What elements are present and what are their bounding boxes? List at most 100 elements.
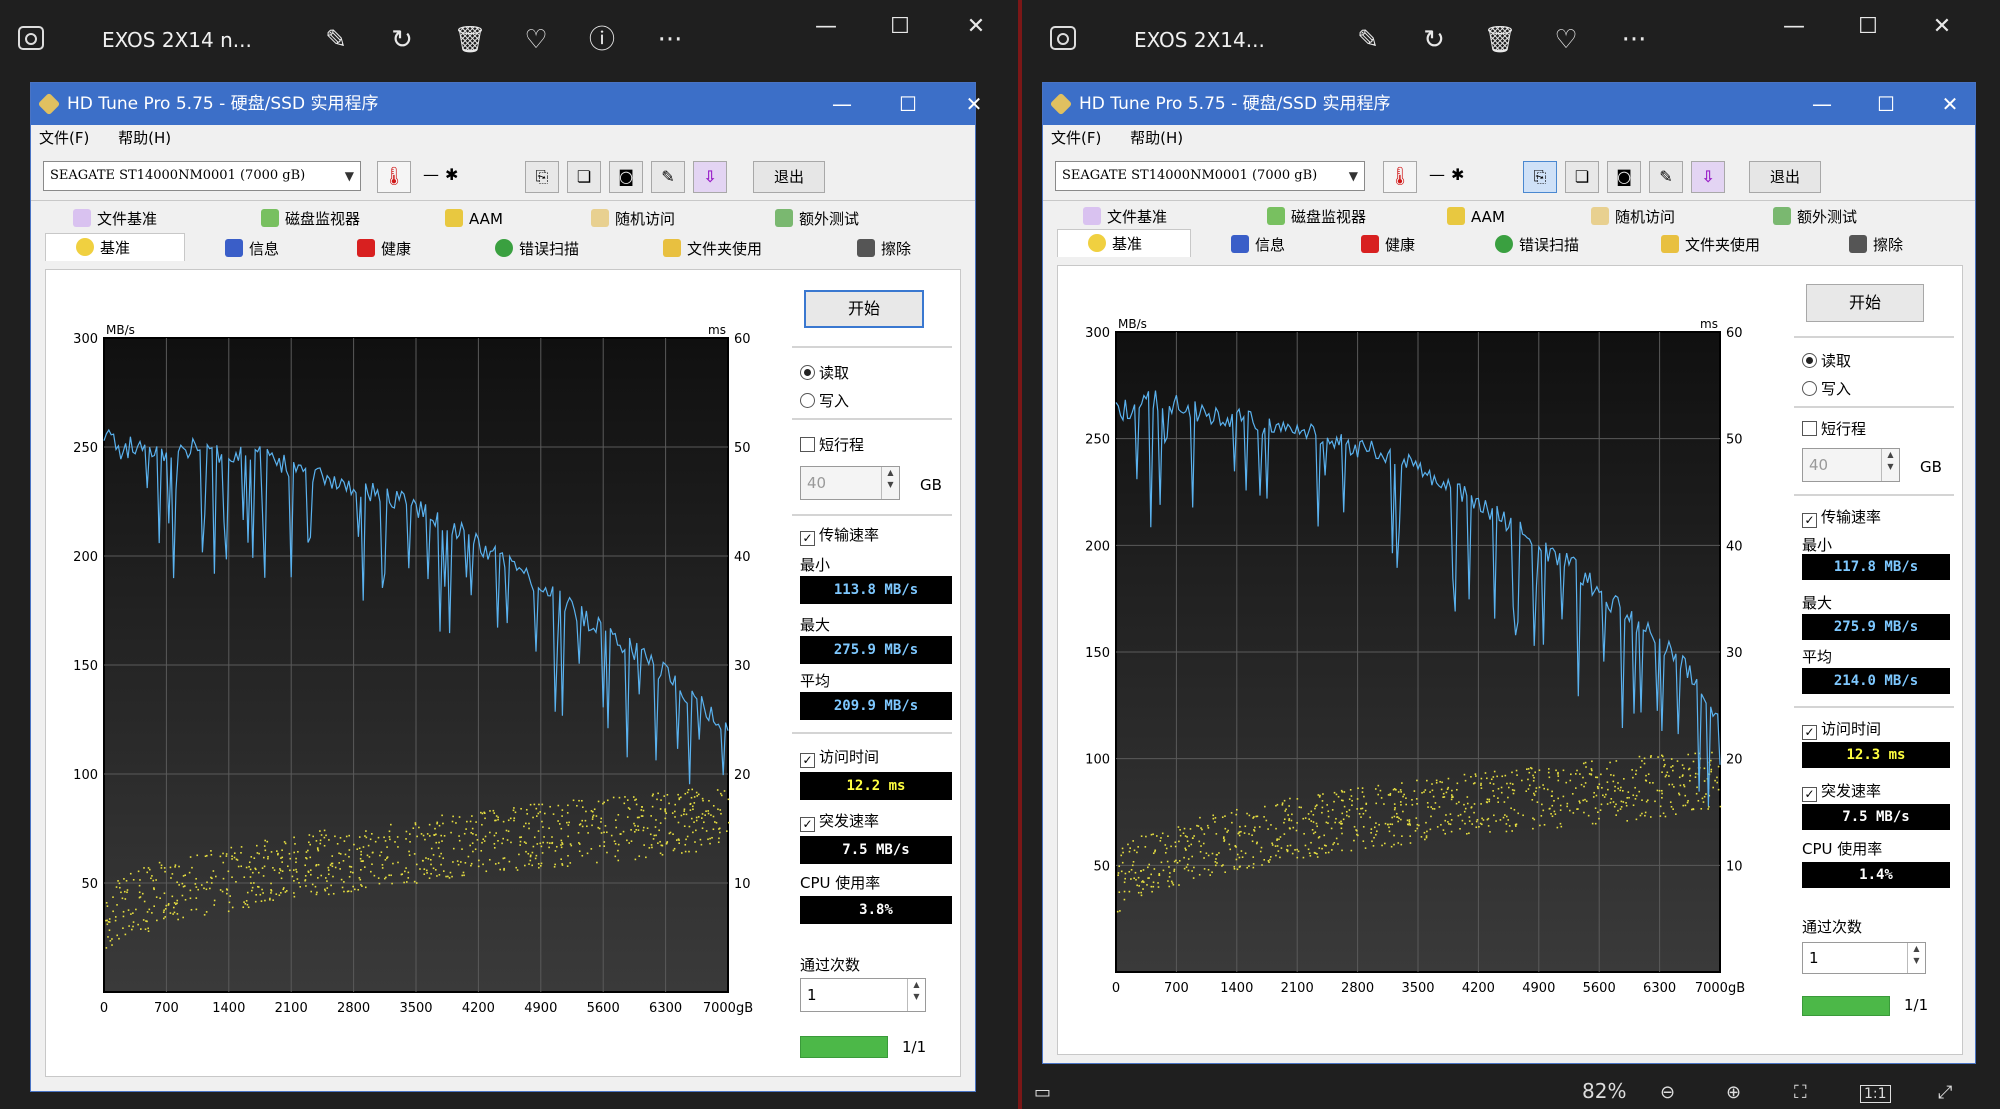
tab-extra-tests[interactable]: 额外测试: [775, 205, 859, 233]
tab-erase[interactable]: 擦除: [857, 235, 911, 263]
drive-select[interactable]: SEAGATE ST14000NM0001 (7000 gB) ▼: [1055, 161, 1365, 191]
more-icon[interactable]: ···: [1616, 22, 1652, 58]
drive-select[interactable]: SEAGATE ST14000NM0001 (7000 gB) ▼: [43, 161, 361, 191]
rotate-icon[interactable]: ↻: [384, 22, 420, 58]
tab-aam[interactable]: AAM: [445, 205, 503, 233]
hd-close-icon[interactable]: ✕: [1925, 83, 1975, 125]
screenshot-icon[interactable]: ◙: [609, 161, 643, 193]
scatter-point: [236, 859, 239, 861]
scatter-point: [567, 804, 569, 807]
tab-aam[interactable]: AAM: [1447, 203, 1505, 231]
fit-to-window-icon[interactable]: ⛶: [1794, 1082, 1807, 1103]
zoom-out-icon[interactable]: ⊖: [1660, 1082, 1675, 1103]
tab-file-benchmark[interactable]: 文件基准: [73, 205, 157, 233]
menu-help[interactable]: 帮助(H): [1130, 129, 1183, 147]
scatter-point: [108, 929, 111, 932]
tab-info[interactable]: 信息: [1231, 231, 1285, 259]
tab-benchmark[interactable]: 基准: [1057, 229, 1191, 257]
tab-disk-monitor[interactable]: 磁盘监视器: [261, 205, 360, 233]
scatter-point: [443, 835, 446, 837]
save-icon[interactable]: ⇩: [1691, 161, 1725, 193]
favorite-icon[interactable]: ♡: [1548, 22, 1584, 58]
read-radio[interactable]: 读取: [800, 362, 849, 383]
exit-button[interactable]: 退出: [1749, 161, 1821, 193]
menu-file[interactable]: 文件(F): [1051, 129, 1101, 147]
exit-button[interactable]: 退出: [753, 161, 825, 193]
transfer-rate-checkbox[interactable]: ✓ 传输速率: [1802, 506, 1881, 528]
write-radio[interactable]: 写入: [1802, 378, 1851, 399]
scatter-point: [231, 855, 233, 857]
favorite-icon[interactable]: ♡: [518, 22, 554, 58]
start-button[interactable]: 开始: [1806, 284, 1924, 322]
tab-info[interactable]: 信息: [225, 235, 279, 263]
tab-health[interactable]: 健康: [1361, 231, 1415, 259]
fullscreen-icon[interactable]: ⤢: [1938, 1082, 1952, 1103]
burst-rate-checkbox[interactable]: ✓ 突发速率: [800, 810, 879, 832]
short-stroke-input[interactable]: 40 ▲ ▼: [1802, 448, 1900, 482]
tab-folder-usage[interactable]: 文件夹使用: [663, 235, 762, 263]
start-button[interactable]: 开始: [804, 290, 924, 328]
spinner-arrows-icon[interactable]: ▲ ▼: [907, 979, 925, 1011]
passes-input[interactable]: 1 ▲ ▼: [800, 978, 926, 1012]
options-icon[interactable]: ✎: [1649, 161, 1683, 193]
close-icon[interactable]: ✕: [956, 14, 996, 44]
filmstrip-icon[interactable]: ▭: [1034, 1082, 1051, 1103]
transfer-rate-checkbox[interactable]: ✓ 传输速率: [800, 524, 879, 546]
short-stroke-checkbox[interactable]: 短行程: [1802, 418, 1866, 439]
tab-folder-usage[interactable]: 文件夹使用: [1661, 231, 1760, 259]
scatter-point: [124, 898, 127, 900]
minimize-icon[interactable]: —: [1774, 14, 1814, 44]
tab-benchmark[interactable]: 基准: [45, 233, 185, 261]
burst-rate-checkbox[interactable]: ✓ 突发速率: [1802, 780, 1881, 802]
hd-maximize-icon[interactable]: ☐: [1861, 83, 1911, 125]
scatter-point: [151, 912, 153, 914]
more-icon[interactable]: ···: [652, 22, 688, 58]
tab-error-scan[interactable]: 错误扫描: [495, 235, 579, 263]
rotate-icon[interactable]: ↻: [1416, 22, 1452, 58]
actual-size-icon[interactable]: 1:1: [1860, 1085, 1891, 1103]
tab-random-access[interactable]: 随机访问: [591, 205, 675, 233]
edit-image-icon[interactable]: ✎: [318, 22, 354, 58]
maximize-icon[interactable]: ☐: [880, 14, 920, 44]
tab-health[interactable]: 健康: [357, 235, 411, 263]
tab-erase[interactable]: 擦除: [1849, 231, 1903, 259]
copy-info-icon[interactable]: ⎘: [1523, 161, 1557, 193]
options-icon[interactable]: ✎: [651, 161, 685, 193]
screenshot-icon[interactable]: ◙: [1607, 161, 1641, 193]
scatter-point: [1414, 830, 1417, 832]
delete-icon[interactable]: 🗑: [452, 22, 488, 58]
copy-text-icon[interactable]: ❏: [1565, 161, 1599, 193]
scatter-point: [508, 860, 511, 863]
minimize-icon[interactable]: —: [806, 14, 846, 44]
write-radio[interactable]: 写入: [800, 390, 849, 411]
edit-image-icon[interactable]: ✎: [1350, 22, 1386, 58]
spinner-arrows-icon[interactable]: ▲ ▼: [881, 467, 899, 499]
tab-random-access[interactable]: 随机访问: [1591, 203, 1675, 231]
spinner-arrows-icon[interactable]: ▲ ▼: [1907, 943, 1925, 973]
copy-info-icon[interactable]: ⎘: [525, 161, 559, 193]
close-icon[interactable]: ✕: [1922, 14, 1962, 44]
tab-file-benchmark[interactable]: 文件基准: [1083, 203, 1167, 231]
hd-close-icon[interactable]: ✕: [949, 83, 999, 125]
spinner-arrows-icon[interactable]: ▲ ▼: [1881, 449, 1899, 481]
hd-maximize-icon[interactable]: ☐: [883, 83, 933, 125]
menu-file[interactable]: 文件(F): [39, 129, 89, 147]
hd-minimize-icon[interactable]: —: [1797, 83, 1847, 125]
access-time-checkbox[interactable]: ✓ 访问时间: [800, 746, 879, 768]
hd-minimize-icon[interactable]: —: [817, 83, 867, 125]
short-stroke-input[interactable]: 40 ▲ ▼: [800, 466, 900, 500]
passes-input[interactable]: 1 ▲ ▼: [1802, 942, 1926, 974]
copy-text-icon[interactable]: ❏: [567, 161, 601, 193]
info-icon[interactable]: ⓘ: [584, 22, 620, 58]
read-radio[interactable]: 读取: [1802, 350, 1851, 371]
access-time-checkbox[interactable]: ✓ 访问时间: [1802, 718, 1881, 740]
zoom-in-icon[interactable]: ⊕: [1726, 1082, 1741, 1103]
delete-icon[interactable]: 🗑: [1482, 22, 1518, 58]
tab-error-scan[interactable]: 错误扫描: [1495, 231, 1579, 259]
short-stroke-checkbox[interactable]: 短行程: [800, 434, 864, 455]
tab-disk-monitor[interactable]: 磁盘监视器: [1267, 203, 1366, 231]
tab-extra-tests[interactable]: 额外测试: [1773, 203, 1857, 231]
save-icon[interactable]: ⇩: [693, 161, 727, 193]
maximize-icon[interactable]: ☐: [1848, 14, 1888, 44]
menu-help[interactable]: 帮助(H): [118, 129, 171, 147]
